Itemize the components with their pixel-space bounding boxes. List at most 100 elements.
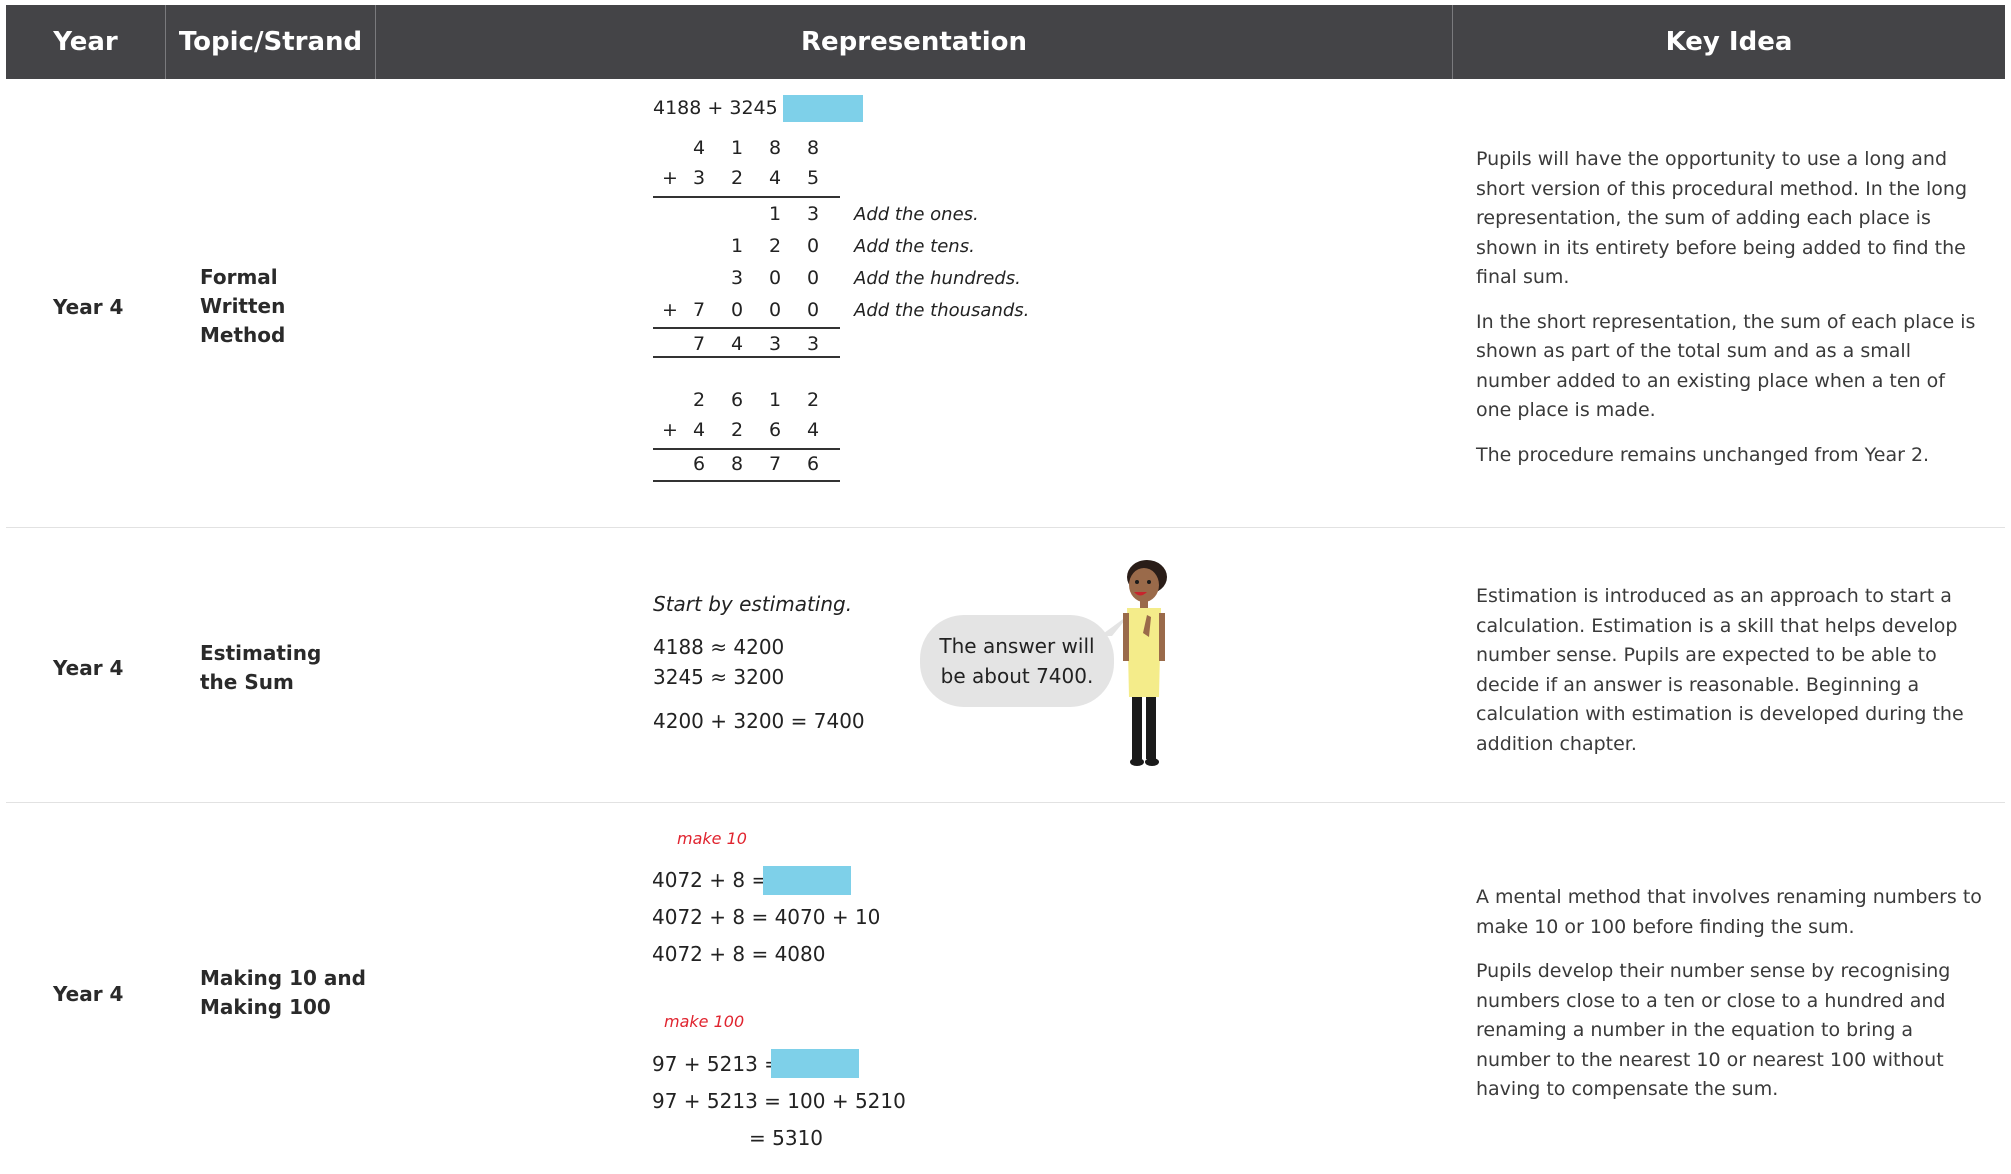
answer-box	[763, 866, 851, 895]
header-divider	[165, 5, 166, 79]
speech-bubble: The answer will be about 7400.	[920, 615, 1114, 707]
key-idea-paragraph: Estimation is introduced as an approach …	[1476, 585, 1964, 755]
topic-line: Estimating	[200, 641, 322, 665]
digit: 3	[806, 203, 820, 225]
digit: 2	[730, 419, 744, 441]
digit: 4	[692, 419, 706, 441]
row1-year: Year 4	[53, 295, 124, 319]
estimate-line: 4188 ≈ 4200	[653, 635, 785, 659]
answer-box	[771, 1049, 859, 1078]
digit: 4	[730, 333, 744, 355]
digit: 0	[806, 235, 820, 257]
make-100-label: make 100	[664, 1012, 745, 1031]
digit: 1	[730, 137, 744, 159]
curriculum-table: Year Topic/Strand Representation Key Ide…	[0, 0, 2011, 1174]
row-divider	[6, 527, 2005, 528]
digit: 7	[768, 453, 782, 475]
step-note: Add the hundreds.	[854, 268, 1021, 289]
header-divider	[1452, 5, 1453, 79]
digit: 4	[692, 137, 706, 159]
equation: = 5310	[749, 1126, 824, 1150]
digit: 7	[692, 333, 706, 355]
digit: 3	[692, 167, 706, 189]
key-idea-paragraph: The procedure remains unchanged from Yea…	[1476, 443, 1930, 466]
digit: 6	[730, 389, 744, 411]
sum-line	[653, 448, 840, 450]
key-idea-paragraph: A mental method that involves renaming n…	[1476, 886, 1982, 938]
digit: 8	[730, 453, 744, 475]
digit: 1	[730, 235, 744, 257]
digit: 0	[806, 299, 820, 321]
row3-year: Year 4	[53, 982, 124, 1006]
header-key-idea: Key Idea	[1453, 5, 2005, 79]
digit: 3	[806, 333, 820, 355]
plus-sign: +	[662, 299, 678, 321]
digit: 8	[768, 137, 782, 159]
digit: 1	[768, 389, 782, 411]
plus-sign: +	[662, 167, 678, 189]
row2-key-idea: Estimation is introduced as an approach …	[1476, 582, 1986, 774]
equation: 4072 + 8 = 4070 + 10	[652, 905, 881, 929]
digit: 5	[806, 167, 820, 189]
equation: 97 + 5213 = 100 + 5210	[652, 1089, 906, 1113]
digit: 6	[692, 453, 706, 475]
sum-line	[653, 356, 840, 358]
topic-line: Written	[200, 294, 286, 318]
step-note: Add the ones.	[854, 204, 979, 225]
row1-key-idea: Pupils will have the opportunity to use …	[1476, 145, 1986, 485]
step-note: Add the thousands.	[854, 300, 1030, 321]
estimate-line: 3245 ≈ 3200	[653, 665, 785, 689]
row1-equation: 4188 + 3245 =	[653, 97, 800, 119]
topic-line: Making 10 and	[200, 966, 366, 990]
digit: 6	[806, 453, 820, 475]
equation: 97 + 5213 =	[652, 1052, 781, 1076]
row-divider	[6, 802, 2005, 803]
row3-key-idea: A mental method that involves renaming n…	[1476, 883, 1986, 1120]
sum-line	[653, 196, 840, 198]
digit: 6	[768, 419, 782, 441]
key-idea-paragraph: Pupils develop their number sense by rec…	[1476, 960, 1951, 1100]
digit: 2	[692, 389, 706, 411]
key-idea-paragraph: In the short representation, the sum of …	[1476, 310, 1976, 422]
digit: 3	[768, 333, 782, 355]
step-note: Add the tens.	[854, 236, 975, 257]
digit: 1	[768, 203, 782, 225]
pupil-character-illustration	[1123, 560, 1167, 766]
digit: 2	[806, 389, 820, 411]
plus-sign: +	[662, 419, 678, 441]
row2-topic: Estimating the Sum	[200, 639, 321, 697]
digit: 2	[730, 167, 744, 189]
equation: 4072 + 8 =	[652, 868, 769, 892]
digit: 0	[768, 299, 782, 321]
row3-topic: Making 10 and Making 100	[200, 964, 366, 1022]
sum-line	[653, 327, 840, 329]
equation: 4072 + 8 = 4080	[652, 942, 826, 966]
digit: 0	[806, 267, 820, 289]
digit: 2	[768, 235, 782, 257]
digit: 0	[768, 267, 782, 289]
estimate-line: 4200 + 3200 = 7400	[653, 709, 865, 733]
header-divider	[375, 5, 376, 79]
header-year: Year	[6, 5, 165, 79]
answer-box	[783, 95, 863, 122]
digit: 4	[806, 419, 820, 441]
header-representation: Representation	[376, 5, 1452, 79]
topic-line: Making 100	[200, 995, 331, 1019]
digit: 0	[730, 299, 744, 321]
header-topic: Topic/Strand	[166, 5, 375, 79]
topic-line: Formal	[200, 265, 278, 289]
estimate-intro: Start by estimating.	[653, 592, 853, 616]
topic-line: Method	[200, 323, 286, 347]
row1-topic: Formal Written Method	[200, 263, 285, 350]
topic-line: the Sum	[200, 670, 294, 694]
digit: 8	[806, 137, 820, 159]
digit: 3	[730, 267, 744, 289]
digit: 4	[768, 167, 782, 189]
bubble-text: be about 7400.	[940, 664, 1094, 688]
row2-year: Year 4	[53, 656, 124, 680]
make-10-label: make 10	[677, 829, 747, 848]
bubble-text: The answer will	[939, 634, 1095, 658]
key-idea-paragraph: Pupils will have the opportunity to use …	[1476, 148, 1968, 288]
digit: 7	[692, 299, 706, 321]
sum-line	[653, 480, 840, 482]
